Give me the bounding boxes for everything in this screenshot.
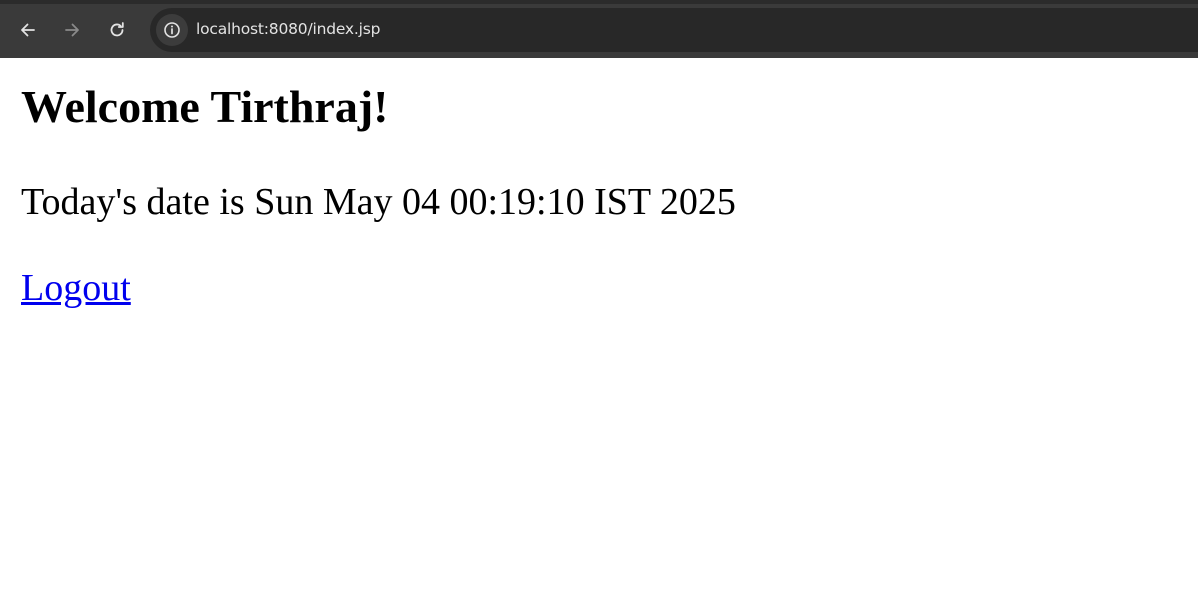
date-text: Today's date is Sun May 04 00:19:10 IST … [21,181,736,223]
back-arrow-icon [21,23,35,37]
forward-button[interactable] [54,12,90,48]
address-bar[interactable]: localhost:8080/index.jsp [150,8,1198,52]
forward-arrow-icon [65,23,79,37]
site-info-button[interactable] [156,14,188,46]
reload-icon [110,22,124,37]
back-button[interactable] [10,12,46,48]
url-text[interactable]: localhost:8080/index.jsp [196,20,380,38]
browser-toolbar: localhost:8080/index.jsp [0,0,1198,58]
logout-link[interactable]: Logout [21,266,131,310]
page-content: Welcome Tirthraj! Today's date is Sun Ma… [0,58,1198,603]
welcome-heading: Welcome Tirthraj! [21,81,389,132]
info-icon [164,22,180,38]
reload-button[interactable] [99,12,135,48]
